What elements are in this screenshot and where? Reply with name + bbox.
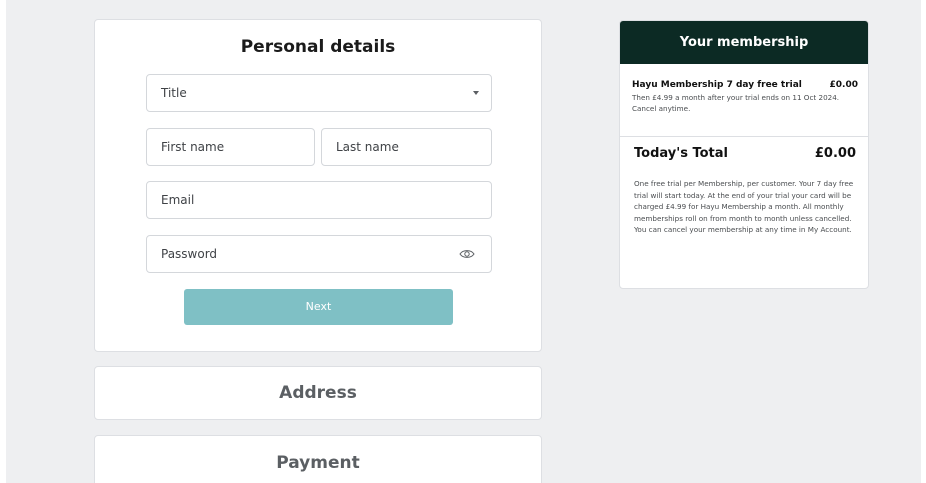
next-button[interactable]: Next bbox=[184, 289, 453, 325]
chevron-down-icon bbox=[473, 91, 479, 95]
plan-description: Then £4.99 a month after your trial ends… bbox=[632, 93, 840, 113]
plan-name: Hayu Membership 7 day free trial bbox=[632, 80, 802, 90]
first-name-input[interactable]: First name bbox=[146, 128, 315, 166]
address-section[interactable]: Address bbox=[94, 366, 542, 420]
membership-summary-card: Your membership Hayu Membership 7 day fr… bbox=[619, 20, 869, 289]
personal-details-title: Personal details bbox=[240, 37, 396, 57]
plan-price: £0.00 bbox=[829, 80, 858, 90]
membership-terms: One free trial per Membership, per custo… bbox=[634, 179, 854, 235]
password-placeholder: Password bbox=[161, 247, 218, 261]
membership-header: Your membership bbox=[620, 21, 868, 64]
payment-section[interactable]: Payment bbox=[94, 435, 542, 483]
total-value: £0.00 bbox=[814, 146, 856, 161]
title-select-label: Title bbox=[161, 86, 187, 100]
payment-title: Payment bbox=[276, 453, 360, 473]
eye-icon[interactable] bbox=[459, 249, 475, 259]
last-name-placeholder: Last name bbox=[336, 140, 399, 154]
email-placeholder: Email bbox=[161, 193, 195, 207]
total-label: Today's Total bbox=[634, 146, 728, 161]
last-name-input[interactable]: Last name bbox=[321, 128, 492, 166]
email-input[interactable]: Email bbox=[146, 181, 492, 219]
address-title: Address bbox=[279, 383, 357, 403]
checkout-page: Personal details Title First name Last n… bbox=[0, 0, 926, 483]
password-input[interactable]: Password bbox=[146, 235, 492, 273]
first-name-placeholder: First name bbox=[161, 140, 225, 154]
personal-details-card: Personal details Title First name Last n… bbox=[94, 19, 542, 352]
title-select[interactable]: Title bbox=[146, 74, 492, 112]
summary-divider bbox=[620, 136, 868, 137]
